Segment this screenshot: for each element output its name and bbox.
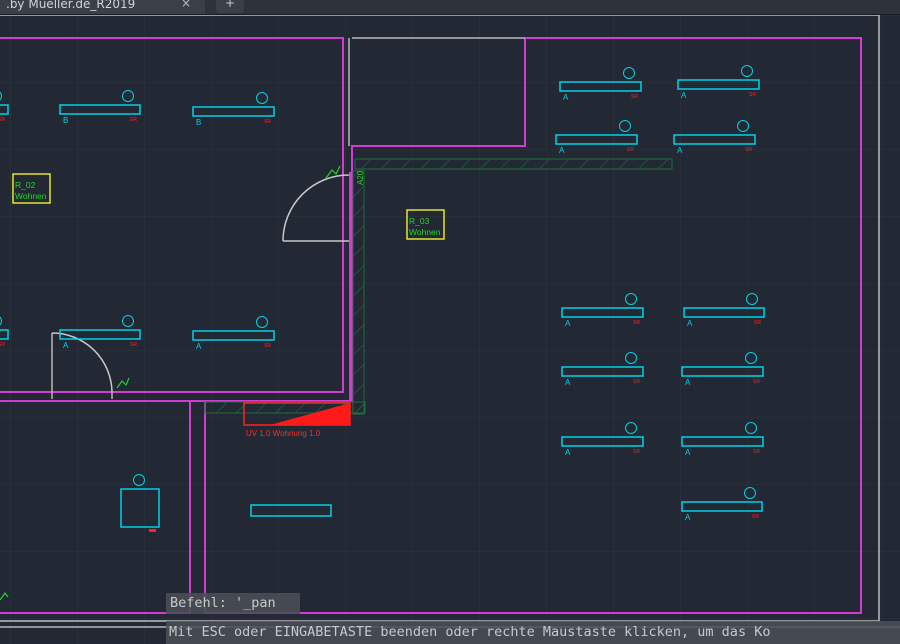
room-id: R_02 <box>15 180 36 190</box>
circuit-marker: SR <box>633 320 640 326</box>
hatched-wall-top <box>354 158 673 170</box>
circuit-marker: SR <box>752 514 759 520</box>
fixture-tag: B <box>63 116 68 125</box>
fixture-tag: A <box>63 341 69 350</box>
fixture-tag: A <box>685 378 691 387</box>
fixture-tag: A <box>685 448 691 457</box>
fixture-tag: A <box>681 91 687 100</box>
circuit-marker: SR <box>633 379 640 385</box>
circuit-marker: SR <box>749 92 756 98</box>
circuit-marker: SR <box>264 343 271 349</box>
circuit-marker: SR <box>627 147 634 153</box>
fixture-tag: A <box>565 319 571 328</box>
circuit-marker: SR <box>745 147 752 153</box>
fixture-tag: A <box>196 342 202 351</box>
drawing-tab-title: .by Mueller.de_R2019 <box>6 0 136 11</box>
command-line-message[interactable]: Mit ESC oder EINGABETASTE beenden oder r… <box>166 621 900 644</box>
circuit-marker: SR <box>130 117 137 123</box>
circuit-marker: SR <box>0 117 5 123</box>
distribution-board-label: UV 1.0 Wohnung 1.0 <box>246 429 321 438</box>
room-id: R_03 <box>409 216 430 226</box>
room-name: Wohnen <box>409 227 441 237</box>
close-icon[interactable]: × <box>181 0 191 13</box>
fixture-tag: A <box>563 93 569 102</box>
circuit-marker: SR <box>754 320 761 326</box>
circuit-marker: SR <box>264 119 271 125</box>
fixture-tag: B <box>196 118 201 127</box>
circuit-marker: SR <box>0 342 5 348</box>
circuit-marker: SR <box>633 449 640 455</box>
fixture-tag: A <box>565 378 571 387</box>
document-tab-bar: .by Mueller.de_R2019 × + <box>0 0 900 15</box>
new-tab-button[interactable]: + <box>216 0 244 13</box>
circuit-marker: SR <box>631 94 638 100</box>
circuit-marker: SR <box>130 342 137 348</box>
circuit-marker: SR <box>753 449 760 455</box>
drawing-tab[interactable]: .by Mueller.de_R2019 <box>0 0 205 14</box>
room-name: Wohnen <box>15 191 47 201</box>
command-prompt: Befehl: '_pan <box>166 593 300 614</box>
fixture-tag: A <box>559 146 565 155</box>
switch-tag: A20 <box>356 170 365 185</box>
fixture-tag: A <box>677 146 683 155</box>
circuit-marker: SR <box>753 379 760 385</box>
fixture-tag: A <box>565 448 571 457</box>
drawing-canvas[interactable]: UV 1.0 Wohnung 1.0 R_02 Wohnen R_03 Wohn… <box>0 15 900 644</box>
fixture-tag: A <box>685 513 691 522</box>
fixture-tag: A <box>687 319 693 328</box>
hatched-wall-side <box>352 170 365 415</box>
